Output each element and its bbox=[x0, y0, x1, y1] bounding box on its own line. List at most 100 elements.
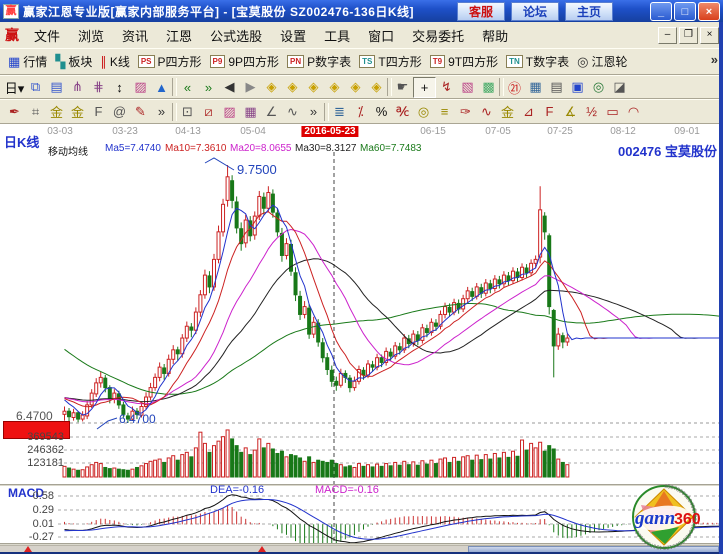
save-web-button[interactable]: ◎ bbox=[588, 78, 609, 97]
menu-tools[interactable]: 工具 bbox=[315, 26, 359, 45]
spiral-tool-button[interactable]: @ bbox=[109, 102, 130, 121]
toolbar-overflow-chevron[interactable]: » bbox=[711, 52, 718, 67]
mdi-minimize-button[interactable]: – bbox=[658, 27, 677, 44]
angle-j-button[interactable]: ⊿ bbox=[518, 102, 539, 121]
p-table-button[interactable]: PNP数字表 bbox=[283, 52, 355, 72]
menu-settings[interactable]: 设置 bbox=[271, 26, 315, 45]
speed-lines-button[interactable]: ½ bbox=[581, 102, 602, 121]
wave-tool-button[interactable]: ∿ bbox=[282, 102, 303, 121]
pan-left-button[interactable]: ◈ bbox=[261, 78, 282, 97]
angle-f-button[interactable]: F bbox=[539, 102, 560, 121]
menu-trade[interactable]: 交易委托 bbox=[403, 26, 473, 45]
zoom-window-button[interactable]: ⧉ bbox=[25, 78, 46, 97]
close-button[interactable]: × bbox=[698, 2, 720, 21]
gold-grid2-button[interactable]: 金 bbox=[67, 102, 88, 121]
service-button[interactable]: 客服 bbox=[457, 2, 505, 21]
quill-tool-button[interactable]: ✒ bbox=[4, 102, 25, 121]
gann-circle-button[interactable]: ◎ bbox=[413, 102, 434, 121]
first-page-button[interactable]: « bbox=[177, 78, 198, 97]
minimize-button[interactable]: _ bbox=[650, 2, 672, 21]
forum-button[interactable]: 论坛 bbox=[511, 2, 559, 21]
pattern2-button[interactable]: ▧ bbox=[457, 78, 478, 97]
compress-button[interactable]: ◈ bbox=[366, 78, 387, 97]
hatch-box-button[interactable]: ▦ bbox=[240, 102, 261, 121]
measure-button[interactable]: ↯ bbox=[436, 78, 457, 97]
gold-ratio-button[interactable]: 金 bbox=[497, 102, 518, 121]
candle-style-button[interactable]: ↕ bbox=[109, 78, 130, 97]
mdi-restore-button[interactable]: ❐ bbox=[679, 27, 698, 44]
p-square-button[interactable]: PSP四方形 bbox=[134, 52, 206, 72]
gold-levels-button[interactable]: ≡ bbox=[434, 102, 455, 121]
info-view-button[interactable]: ▤ bbox=[46, 78, 67, 97]
flag-chart-button[interactable]: ▲ bbox=[151, 78, 172, 97]
gann-wheel-button[interactable]: ◎江恩轮 bbox=[573, 52, 631, 72]
minichart3-button[interactable]: ⋔ bbox=[67, 78, 88, 97]
percent-lines-button[interactable]: ℀ bbox=[392, 102, 413, 121]
angle-gold-button[interactable]: ∡ bbox=[560, 102, 581, 121]
pen2-button[interactable]: ✑ bbox=[455, 102, 476, 121]
grid-tool-button[interactable]: ⌗ bbox=[25, 102, 46, 121]
zoom-out-button[interactable]: ◈ bbox=[324, 78, 345, 97]
date-tick[interactable]: 07-25 bbox=[547, 126, 573, 137]
home-button[interactable]: 主页 bbox=[565, 2, 613, 21]
pan-right-button[interactable]: ◈ bbox=[282, 78, 303, 97]
ruler-tool-button[interactable]: ≣ bbox=[329, 102, 350, 121]
t-square-button[interactable]: TST四方形 bbox=[355, 52, 426, 72]
menu-browse[interactable]: 浏览 bbox=[69, 26, 113, 45]
calendar-button[interactable]: ㉑ bbox=[504, 78, 525, 97]
menu-file[interactable]: 文件 bbox=[25, 26, 69, 45]
box-tool-button[interactable]: ⊡ bbox=[177, 102, 198, 121]
more2[interactable]: » bbox=[303, 102, 324, 121]
date-tick[interactable]: 03-23 bbox=[112, 126, 138, 137]
t-table-button[interactable]: TNT数字表 bbox=[502, 52, 573, 72]
hand-tool-button[interactable]: ☛ bbox=[392, 78, 413, 97]
save-button[interactable]: ▣ bbox=[567, 78, 588, 97]
date-tick[interactable]: 03-03 bbox=[47, 126, 73, 137]
arc-tool-button[interactable]: ◠ bbox=[623, 102, 644, 121]
date-tick[interactable]: 05-04 bbox=[240, 126, 266, 137]
crosshair-button[interactable]: + bbox=[413, 77, 436, 98]
retrace-pct-button[interactable]: ⁒ bbox=[350, 102, 371, 121]
date-tick[interactable]: 07-05 bbox=[485, 126, 511, 137]
save-user-button[interactable]: ◪ bbox=[609, 78, 630, 97]
expand-button[interactable]: ◈ bbox=[345, 78, 366, 97]
last-page-button[interactable]: » bbox=[198, 78, 219, 97]
next-button[interactable]: ▶ bbox=[240, 78, 261, 97]
mdi-close-button[interactable]: × bbox=[700, 27, 719, 44]
calculator-button[interactable]: ▦ bbox=[525, 78, 546, 97]
menu-news[interactable]: 资讯 bbox=[113, 26, 157, 45]
prev-button[interactable]: ◀ bbox=[219, 78, 240, 97]
maximize-button[interactable]: □ bbox=[674, 2, 696, 21]
pen-grid-button[interactable]: ✎ bbox=[130, 102, 151, 121]
fan-lines-button[interactable]: ⧄ bbox=[198, 102, 219, 121]
date-tick[interactable]: 06-15 bbox=[420, 126, 446, 137]
gold-grid-button[interactable]: 金 bbox=[46, 102, 67, 121]
more1[interactable]: » bbox=[151, 102, 172, 121]
percent-button[interactable]: % bbox=[371, 102, 392, 121]
kline-button[interactable]: ∥K线 bbox=[96, 52, 134, 72]
sector-button[interactable]: ▚板块 bbox=[51, 52, 96, 72]
date-tick-selected[interactable]: 2016-05-23 bbox=[301, 126, 358, 137]
zoom-in-button[interactable]: ◈ bbox=[303, 78, 324, 97]
menu-window[interactable]: 窗口 bbox=[359, 26, 403, 45]
minichart9-button[interactable]: ⋕ bbox=[88, 78, 109, 97]
f-grid-button[interactable]: F bbox=[88, 102, 109, 121]
9p-square-button[interactable]: P99P四方形 bbox=[206, 52, 283, 72]
date-tick[interactable]: 04-13 bbox=[175, 126, 201, 137]
report-button[interactable]: ▤ bbox=[546, 78, 567, 97]
wave2-button[interactable]: ∿ bbox=[476, 102, 497, 121]
shade-box-button[interactable]: ▨ bbox=[219, 102, 240, 121]
date-tick[interactable]: 08-12 bbox=[610, 126, 636, 137]
fan-tool-button[interactable]: ▭ bbox=[602, 102, 623, 121]
kline-chart[interactable] bbox=[0, 124, 723, 545]
date-tick[interactable]: 09-01 bbox=[674, 126, 700, 137]
menu-help[interactable]: 帮助 bbox=[473, 26, 517, 45]
pattern-button[interactable]: ▨ bbox=[130, 78, 151, 97]
menu-stock-picker[interactable]: 公式选股 bbox=[201, 26, 271, 45]
menu-gann[interactable]: 江恩 bbox=[157, 26, 201, 45]
period-day-button[interactable]: 日▾ bbox=[4, 78, 25, 97]
9t-square-button[interactable]: T99T四方形 bbox=[426, 52, 502, 72]
angle-lines-button[interactable]: ∠ bbox=[261, 102, 282, 121]
pattern3-button[interactable]: ▩ bbox=[478, 78, 499, 97]
quote-button[interactable]: ▦行情 bbox=[4, 52, 51, 72]
